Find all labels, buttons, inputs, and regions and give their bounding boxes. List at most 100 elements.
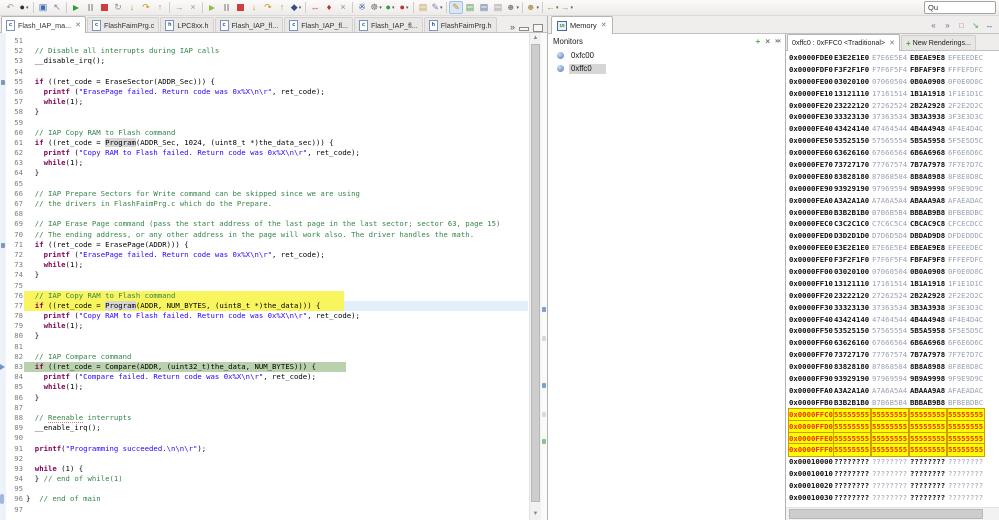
memory-cell[interactable]: ???????? bbox=[910, 468, 946, 480]
memory-cell[interactable]: 47464544 bbox=[872, 123, 908, 135]
memory-cell[interactable]: F7F6F5F4 bbox=[872, 64, 908, 76]
memory-cell[interactable]: 83828180 bbox=[834, 171, 870, 183]
memory-cell[interactable]: ???????? bbox=[948, 468, 984, 480]
flash-step-into-icon[interactable]: ↓ bbox=[247, 1, 261, 14]
memory-cell[interactable]: 4B4A4948 bbox=[910, 314, 946, 326]
memory-cell[interactable]: EBEAE9E8 bbox=[910, 242, 946, 254]
editor-tab-flashfaimprg-h[interactable]: h FlashFaimPrg.h bbox=[423, 17, 497, 32]
memory-cell[interactable]: 55555555 bbox=[947, 443, 985, 458]
memory-cell[interactable]: 8B8A8988 bbox=[910, 171, 946, 183]
memory-cell[interactable]: 4B4A4948 bbox=[910, 123, 946, 135]
memory-cell[interactable]: 7F7E7D7C bbox=[948, 349, 984, 361]
memory-cell[interactable]: 2F2E2D2C bbox=[948, 290, 984, 302]
memory-cell[interactable]: 37363534 bbox=[872, 111, 908, 123]
memory-cell[interactable]: 17161514 bbox=[872, 88, 908, 100]
memory-cell[interactable]: 9B9A9998 bbox=[910, 183, 946, 195]
memory-cell[interactable]: 55555555 bbox=[833, 431, 871, 446]
editor-tab-flash-iap-fl-[interactable]: c Flash_IAP_fl... bbox=[284, 17, 354, 32]
step-return-icon[interactable]: ↑ bbox=[153, 1, 167, 14]
profile-icon[interactable]: ♦ bbox=[322, 1, 336, 14]
memory-cell[interactable]: CBCAC9C8 bbox=[910, 218, 946, 230]
gray-guide-icon[interactable]: ▤ bbox=[491, 1, 505, 14]
breakpoint-menu-icon[interactable]: ◆ ▾ bbox=[289, 1, 303, 14]
memory-cell[interactable]: 33323130 bbox=[834, 302, 870, 314]
memory-cell[interactable]: 5F5E5D5C bbox=[948, 325, 984, 337]
memory-cell[interactable]: 1F1E1D1C bbox=[948, 278, 984, 290]
flash-suspend-icon[interactable] bbox=[219, 1, 233, 14]
quick-access-input[interactable]: Qu bbox=[924, 1, 996, 14]
memory-cell[interactable]: C3C2C1C0 bbox=[834, 218, 870, 230]
editor-tab-flashfaimprg-c[interactable]: c FlashFaimPrg.c bbox=[87, 17, 160, 32]
memory-cell[interactable]: 55555555 bbox=[909, 407, 947, 422]
memory-cell[interactable]: 97969594 bbox=[872, 183, 908, 195]
memory-cell[interactable]: 3F3E3D3C bbox=[948, 111, 984, 123]
detach-icon[interactable]: × bbox=[336, 1, 350, 14]
scroll-down-icon[interactable]: ▼ bbox=[530, 509, 541, 520]
memory-cell[interactable]: CFCECDCC bbox=[948, 218, 984, 230]
memory-cell[interactable]: 7F7E7D7C bbox=[948, 159, 984, 171]
memory-cell[interactable]: 55555555 bbox=[947, 407, 985, 422]
memory-cell[interactable]: 6B6A6968 bbox=[910, 147, 946, 159]
memory-horizontal-scrollbar[interactable] bbox=[786, 507, 999, 520]
memory-cell[interactable]: 4F4E4D4C bbox=[948, 314, 984, 326]
memory-cell[interactable]: 5B5A5958 bbox=[910, 325, 946, 337]
memory-cell[interactable]: ???????? bbox=[834, 492, 870, 504]
overview-ruler[interactable] bbox=[541, 33, 547, 520]
debug-icon[interactable]: ※ bbox=[355, 1, 369, 14]
memory-cell[interactable]: ???????? bbox=[910, 456, 946, 468]
restore-icon[interactable]: ↶ bbox=[3, 1, 17, 14]
memory-cell[interactable]: ???????? bbox=[872, 456, 908, 468]
user-icon[interactable]: ☻ ▾ bbox=[505, 1, 520, 14]
memory-cell[interactable]: E7E6E5E4 bbox=[872, 52, 908, 64]
editor-tab-lpc8xx-h[interactable]: h LPC8xx.h bbox=[160, 17, 214, 32]
memory-cell[interactable]: ???????? bbox=[834, 456, 870, 468]
memory-cell[interactable]: 9F9E9D9C bbox=[948, 373, 984, 385]
tab-overflow-icon[interactable]: » bbox=[510, 23, 515, 32]
memory-cell[interactable]: 55555555 bbox=[947, 431, 985, 446]
memory-cell[interactable]: 2F2E2D2C bbox=[948, 100, 984, 112]
memory-cell[interactable]: 93929190 bbox=[834, 373, 870, 385]
memory-cell[interactable]: 57565554 bbox=[872, 325, 908, 337]
suspend-icon[interactable] bbox=[83, 1, 97, 14]
memory-cell[interactable]: 1F1E1D1C bbox=[948, 88, 984, 100]
attach-icon[interactable]: ↔ bbox=[308, 1, 322, 14]
ruler-marker[interactable] bbox=[542, 383, 546, 388]
hscrollbar-thumb[interactable] bbox=[789, 509, 983, 519]
memory-cell[interactable]: 55555555 bbox=[909, 419, 947, 434]
close-icon[interactable]: ✕ bbox=[601, 22, 607, 29]
memory-cell[interactable]: 6F6E6D6C bbox=[948, 337, 984, 349]
memory-cell[interactable]: B3B2B1B0 bbox=[834, 397, 870, 409]
back-icon[interactable]: ← ▾ bbox=[545, 1, 560, 14]
memory-cell[interactable]: 27262524 bbox=[872, 290, 908, 302]
memory-cell[interactable]: B7B6B5B4 bbox=[872, 207, 908, 219]
resume-icon[interactable] bbox=[69, 1, 83, 14]
memory-cell[interactable]: 83828180 bbox=[834, 361, 870, 373]
memory-cell[interactable]: 0B0A0908 bbox=[910, 266, 946, 278]
memory-cell[interactable]: AFAEADAC bbox=[948, 195, 984, 207]
blue-guide-icon[interactable]: ▤ bbox=[477, 1, 491, 14]
paintbrush-icon[interactable]: ✎ ▾ bbox=[430, 1, 444, 14]
memory-cell[interactable]: ???????? bbox=[834, 480, 870, 492]
memory-cell[interactable]: 55555555 bbox=[833, 407, 871, 422]
memory-cell[interactable]: BFBEBDBC bbox=[948, 397, 984, 409]
forward-icon[interactable]: → ▾ bbox=[560, 1, 575, 14]
memory-cell[interactable]: A7A6A5A4 bbox=[872, 385, 908, 397]
memory-cell[interactable]: 03020100 bbox=[834, 266, 870, 278]
memory-cell[interactable]: BBBAB9B8 bbox=[910, 207, 946, 219]
memory-cell[interactable]: 17161514 bbox=[872, 278, 908, 290]
memory-cell[interactable]: ABAAA9A8 bbox=[910, 195, 946, 207]
user2-icon[interactable]: ☻ ▾ bbox=[525, 1, 540, 14]
memory-cell[interactable]: ???????? bbox=[948, 492, 984, 504]
memory-cell[interactable]: 63626160 bbox=[834, 337, 870, 349]
memory-cell[interactable]: ???????? bbox=[910, 492, 946, 504]
memory-cell[interactable]: 55555555 bbox=[833, 443, 871, 458]
memory-cell[interactable]: 9B9A9998 bbox=[910, 373, 946, 385]
memory-cell[interactable]: 7B7A7978 bbox=[910, 159, 946, 171]
memory-cell[interactable]: 37363534 bbox=[872, 302, 908, 314]
memory-cell[interactable]: 55555555 bbox=[909, 443, 947, 458]
memory-cell[interactable]: 1B1A1918 bbox=[910, 278, 946, 290]
memory-cell[interactable]: 3B3A3938 bbox=[910, 111, 946, 123]
memory-cell[interactable]: EFEEEDEC bbox=[948, 52, 984, 64]
memory-cell[interactable]: ???????? bbox=[910, 480, 946, 492]
memory-view-tab[interactable]: 10 Memory ✕ bbox=[551, 16, 613, 34]
